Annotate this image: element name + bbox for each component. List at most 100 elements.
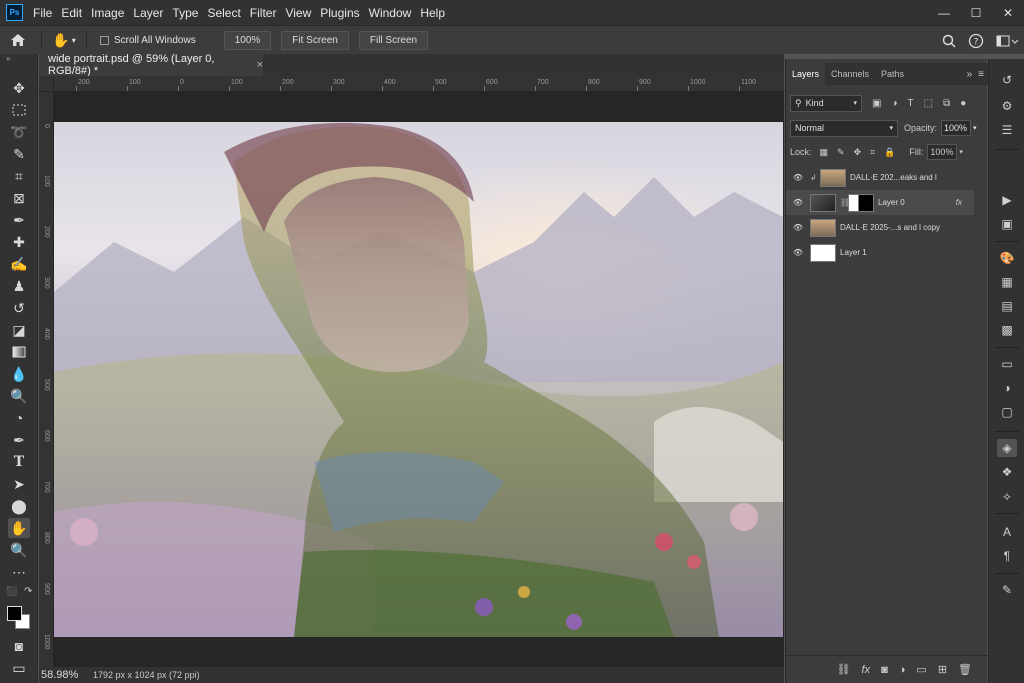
menu-file[interactable]: File bbox=[33, 6, 52, 20]
document-dimensions[interactable]: 1792 px x 1024 px (72 ppi) bbox=[93, 670, 200, 680]
path-selection-tool-icon[interactable]: ➤ bbox=[8, 474, 30, 494]
menu-plugins[interactable]: Plugins bbox=[320, 6, 359, 20]
paths-icon[interactable]: ⟡ bbox=[997, 487, 1017, 505]
menu-help[interactable]: Help bbox=[420, 6, 445, 20]
swap-colors-icon[interactable]: ↷ bbox=[24, 586, 32, 597]
fit-screen-button[interactable]: Fit Screen bbox=[281, 30, 349, 50]
layer-name[interactable]: Layer 0 bbox=[878, 198, 905, 207]
frame-tool-icon[interactable]: ⊠ bbox=[8, 188, 30, 208]
opacity-input[interactable]: 100% bbox=[941, 120, 972, 136]
layers-panel-icon[interactable]: ◈ bbox=[997, 439, 1017, 457]
properties-icon[interactable]: ⚙ bbox=[997, 97, 1017, 115]
styles-icon[interactable]: ▢ bbox=[997, 403, 1017, 421]
lock-position-icon[interactable]: ✥ bbox=[854, 147, 862, 158]
tab-paths[interactable]: Paths bbox=[875, 63, 910, 85]
clone-stamp-tool-icon[interactable]: ♟ bbox=[8, 276, 30, 296]
add-mask-icon[interactable]: ◙ bbox=[881, 664, 888, 676]
foreground-color-swatch[interactable] bbox=[7, 606, 22, 621]
menu-type[interactable]: Type bbox=[172, 6, 198, 20]
channels-icon[interactable]: ❖ bbox=[997, 463, 1017, 481]
lock-artboard-icon[interactable]: ⌗ bbox=[870, 147, 875, 158]
new-layer-icon[interactable]: ⊞ bbox=[938, 663, 947, 676]
hand-tool-icon[interactable]: ✋ bbox=[8, 518, 30, 538]
character-icon[interactable]: A bbox=[997, 523, 1017, 541]
chevron-down-icon[interactable]: ▾ bbox=[973, 124, 977, 132]
actions-icon[interactable]: ▶ bbox=[997, 191, 1017, 209]
swatches-icon[interactable]: ▦ bbox=[997, 273, 1017, 291]
quick-selection-tool-icon[interactable]: ✎ bbox=[8, 144, 30, 164]
scroll-all-windows-checkbox[interactable] bbox=[100, 35, 109, 45]
menu-image[interactable]: Image bbox=[91, 6, 124, 20]
adjustments-icon[interactable]: ◑ bbox=[997, 379, 1017, 397]
healing-brush-tool-icon[interactable]: ✚ bbox=[8, 232, 30, 252]
layer-name[interactable]: DALL·E 2025-...s and l copy bbox=[840, 223, 940, 232]
brush-tool-icon[interactable]: ✍ bbox=[8, 254, 30, 274]
menu-filter[interactable]: Filter bbox=[250, 6, 277, 20]
filter-kind-select[interactable]: ⚲ Kind ▾ bbox=[790, 94, 862, 112]
zoom-tool-icon[interactable]: 🔍 bbox=[8, 540, 30, 560]
chevron-down-icon[interactable]: ▾ bbox=[959, 148, 963, 156]
history-icon[interactable]: ↺ bbox=[997, 71, 1017, 89]
tab-layers[interactable]: Layers bbox=[786, 63, 826, 85]
close-window-icon[interactable]: ✕ bbox=[992, 0, 1024, 25]
more-tools-icon[interactable]: ⋯ bbox=[8, 562, 30, 582]
maximize-icon[interactable]: ☐ bbox=[960, 0, 992, 25]
horizontal-ruler[interactable]: 200 100 0 100 200 300 400 500 600 700 800 900 1000 11… bbox=[54, 76, 784, 92]
color-icon[interactable]: 🎨 bbox=[997, 249, 1017, 267]
default-colors-icon[interactable]: ⬛ bbox=[6, 586, 17, 597]
quick-mask-icon[interactable]: ◙ bbox=[8, 636, 30, 656]
zoom-100-button[interactable]: 100% bbox=[223, 30, 272, 50]
visibility-eye-icon[interactable]: 👁 bbox=[786, 223, 810, 232]
workspace-icon[interactable] bbox=[996, 35, 1018, 47]
canvas-pasteboard[interactable] bbox=[54, 92, 784, 667]
fill-input[interactable]: 100% bbox=[927, 144, 958, 160]
document-canvas[interactable] bbox=[54, 122, 783, 637]
menu-view[interactable]: View bbox=[285, 6, 311, 20]
visibility-eye-icon[interactable]: 👁 bbox=[786, 173, 810, 182]
layer-row[interactable]: 👁 ⛓ Layer 0 fx bbox=[786, 190, 974, 215]
dodge-tool-icon[interactable]: 🔍 bbox=[8, 386, 30, 406]
smart-object-filter-icon[interactable]: ⧉ bbox=[943, 98, 950, 109]
eyedropper-tool-icon[interactable]: ✒ bbox=[8, 210, 30, 230]
menu-select[interactable]: Select bbox=[207, 6, 240, 20]
shape-filter-icon[interactable]: ⬚ bbox=[924, 98, 933, 109]
lock-pixels-icon[interactable]: ✎ bbox=[837, 147, 845, 158]
search-icon[interactable] bbox=[942, 34, 956, 48]
menu-window[interactable]: Window bbox=[369, 6, 412, 20]
visibility-eye-icon[interactable]: 👁 bbox=[786, 198, 810, 207]
history-brush-tool-icon[interactable]: ↺ bbox=[8, 298, 30, 318]
type-filter-icon[interactable]: T bbox=[908, 98, 914, 109]
screen-mode-icon[interactable]: ▭ bbox=[8, 658, 30, 678]
link-layers-icon[interactable]: ⛓ bbox=[837, 663, 851, 676]
info-icon[interactable]: ☰ bbox=[997, 121, 1017, 139]
collapse-panel-icon[interactable]: » bbox=[967, 69, 973, 80]
blend-mode-select[interactable]: Normal ▾ bbox=[790, 119, 898, 137]
patterns-icon[interactable]: ▩ bbox=[997, 321, 1017, 339]
blur-tool-icon[interactable]: 💧 bbox=[8, 364, 30, 384]
adjustment-filter-icon[interactable]: ◑ bbox=[891, 98, 897, 109]
fill-screen-button[interactable]: Fill Screen bbox=[358, 30, 429, 50]
navigator-icon[interactable]: ▭ bbox=[997, 355, 1017, 373]
ruler-origin[interactable] bbox=[39, 76, 54, 92]
scroll-all-windows-option[interactable]: Scroll All Windows bbox=[100, 35, 196, 46]
menu-edit[interactable]: Edit bbox=[61, 6, 82, 20]
gradients-icon[interactable]: ▤ bbox=[997, 297, 1017, 315]
add-layer-style-icon[interactable]: fx bbox=[862, 664, 871, 676]
layer-mask-thumbnail[interactable] bbox=[848, 193, 874, 212]
filter-toggle-icon[interactable]: ● bbox=[960, 98, 966, 109]
pixel-filter-icon[interactable]: ▣ bbox=[872, 98, 881, 109]
menu-layer[interactable]: Layer bbox=[133, 6, 163, 20]
collapse-toolbar-icon[interactable]: » bbox=[0, 54, 37, 66]
layer-row[interactable]: 👁 DALL·E 2025-...s and l copy bbox=[786, 215, 974, 240]
eraser-tool-icon[interactable]: ◪ bbox=[8, 320, 30, 340]
hand-tool-preset-icon[interactable]: ✋ ▾ bbox=[47, 32, 81, 49]
lock-all-icon[interactable]: 🔒 bbox=[884, 147, 895, 158]
home-icon[interactable] bbox=[0, 26, 36, 54]
vertical-ruler[interactable]: 0 100 200 300 400 500 600 700 800 900 1000 bbox=[39, 92, 54, 667]
tab-channels[interactable]: Channels bbox=[825, 63, 875, 85]
paragraph-icon[interactable]: ¶ bbox=[997, 547, 1017, 565]
minimize-icon[interactable]: — bbox=[928, 0, 960, 25]
close-tab-icon[interactable]: × bbox=[257, 59, 263, 71]
pen-tool-icon[interactable]: ✒ bbox=[8, 430, 30, 450]
zoom-level[interactable]: 58.98% bbox=[39, 669, 93, 681]
